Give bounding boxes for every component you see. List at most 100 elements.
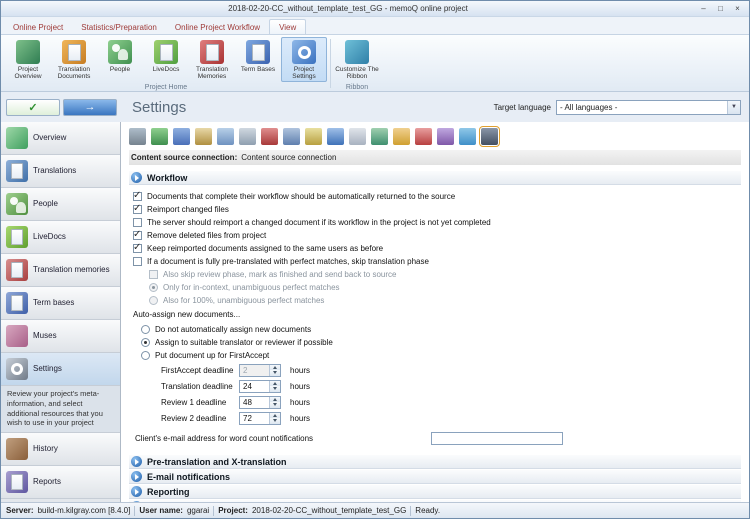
maximize-button[interactable]: □: [712, 3, 729, 15]
tab-statistics-preparation[interactable]: Statistics/Preparation: [72, 20, 166, 34]
spellcheck-icon[interactable]: [327, 128, 344, 145]
sidebar-item-history[interactable]: History: [1, 433, 120, 466]
translation-documents-button[interactable]: Translation Documents: [51, 37, 97, 82]
user-edit-icon[interactable]: [173, 128, 190, 145]
sidebar: Overview Translations People LiveDocs Tr…: [1, 122, 121, 502]
close-button[interactable]: ×: [729, 3, 746, 15]
ribbon-buttons: Customize The Ribbon: [332, 36, 382, 82]
people-status-icon[interactable]: [393, 128, 410, 145]
section-title: Reporting: [147, 487, 190, 497]
ribbon-group-separator: [330, 39, 331, 88]
radio-button[interactable]: [141, 351, 150, 360]
deadline-label: Review 2 deadline: [161, 414, 239, 423]
section-header-reporting[interactable]: Reporting: [129, 485, 741, 499]
review1-deadline-stepper[interactable]: 48: [239, 396, 281, 409]
status-lights-icon[interactable]: [415, 128, 432, 145]
translation-memories-button[interactable]: Translation Memories: [189, 37, 235, 82]
term-bases-button[interactable]: Term Bases: [235, 37, 281, 82]
sidebar-item-reports[interactable]: Reports: [1, 466, 120, 499]
checkbox[interactable]: [133, 205, 142, 214]
window-controls: – □ ×: [695, 3, 746, 15]
proceed-button[interactable]: →: [63, 99, 117, 116]
deadline-label: Review 1 deadline: [161, 398, 239, 407]
section-header-pre-translation[interactable]: Pre-translation and X-translation: [129, 455, 741, 469]
document-review-icon[interactable]: [239, 128, 256, 145]
radio-button[interactable]: [141, 338, 150, 347]
sidebar-item-term-bases[interactable]: Term bases: [1, 287, 120, 320]
tab-online-project[interactable]: Online Project: [4, 20, 72, 34]
tab-online-project-workflow[interactable]: Online Project Workflow: [166, 20, 269, 34]
target-language-select[interactable]: - All languages - ▼: [556, 100, 741, 115]
checkbox[interactable]: [149, 270, 158, 279]
ribbon-buttons: Project Overview Translation Documents P…: [3, 36, 329, 82]
translation-deadline-stepper[interactable]: 24: [239, 380, 281, 393]
sidebar-item-translation-memories[interactable]: Translation memories: [1, 254, 120, 287]
section-header-email-notifications[interactable]: E-mail notifications: [129, 470, 741, 484]
team-icon[interactable]: [151, 128, 168, 145]
sidebar-item-overview[interactable]: Overview: [1, 122, 120, 155]
minimize-button[interactable]: –: [695, 3, 712, 15]
title-bar[interactable]: 2018-02-20-CC_without_template_test_GG -…: [1, 1, 749, 17]
stepper-down-icon[interactable]: [270, 402, 280, 408]
checkbox[interactable]: [133, 192, 142, 201]
radio-button[interactable]: [149, 296, 158, 305]
sidebar-item-livedocs[interactable]: LiveDocs: [1, 221, 120, 254]
stepper-down-icon[interactable]: [270, 418, 280, 424]
sidebar-item-settings[interactable]: Settings: [1, 353, 120, 386]
ribbon-group-ribbon: Customize The Ribbon Ribbon: [332, 36, 382, 91]
ribbon-button-label: Project Settings: [282, 66, 326, 81]
people-button[interactable]: People: [97, 37, 143, 82]
filter-flag-icon[interactable]: [459, 128, 476, 145]
document-icon[interactable]: [349, 128, 366, 145]
numbers-icon[interactable]: [305, 128, 322, 145]
connection-chip-icon[interactable]: [481, 128, 498, 145]
document-edit-icon[interactable]: [217, 128, 234, 145]
sliders-icon[interactable]: [129, 128, 146, 145]
stepper-value: 24: [243, 382, 252, 391]
sidebar-item-muses[interactable]: Muses: [1, 320, 120, 353]
ribbon-button-label: Term Bases: [241, 66, 275, 73]
documents-icon[interactable]: [283, 128, 300, 145]
section-header-workflow[interactable]: Workflow: [129, 171, 741, 185]
tab-view[interactable]: View: [269, 19, 306, 34]
stepper-down-icon[interactable]: [270, 386, 280, 392]
statusbar-separator: [410, 506, 411, 516]
signature-icon[interactable]: [195, 128, 212, 145]
deadline-label: FirstAccept deadline: [161, 366, 239, 375]
dropdown-arrow-icon[interactable]: ▼: [727, 101, 740, 114]
firstaccept-deadline-stepper[interactable]: 2: [239, 364, 281, 377]
sidebar-item-label: People: [33, 200, 58, 209]
checkbox[interactable]: [133, 257, 142, 266]
checkbox[interactable]: [133, 218, 142, 227]
workflow-suboption-row: Also for 100%, unambiguous perfect match…: [149, 294, 741, 306]
checkbox-label: Also skip review phase, mark as finished…: [163, 270, 396, 279]
sidebar-item-people[interactable]: People: [1, 188, 120, 221]
sidebar-item-label: Reports: [33, 478, 61, 487]
project-overview-button[interactable]: Project Overview: [5, 37, 51, 82]
memoq-window: 2018-02-20-CC_without_template_test_GG -…: [0, 0, 750, 519]
review2-deadline-stepper[interactable]: 72: [239, 412, 281, 425]
web-icon[interactable]: [371, 128, 388, 145]
client-email-label: Client's e-mail address for word count n…: [135, 434, 313, 443]
ribbon-button-label: Translation Documents: [52, 66, 96, 81]
section-title: Pre-translation and X-translation: [147, 457, 287, 467]
stepper-down-icon[interactable]: [270, 370, 280, 376]
confirm-button[interactable]: ✓: [6, 99, 60, 116]
status-bar: Server: build-m.kilgray.com [8.4.0] User…: [1, 502, 749, 518]
checkbox[interactable]: [133, 231, 142, 240]
project-settings-button[interactable]: Project Settings: [281, 37, 327, 82]
checkbox[interactable]: [133, 244, 142, 253]
livedocs-button[interactable]: LiveDocs: [143, 37, 189, 82]
client-email-input[interactable]: [431, 432, 563, 445]
tm-settings-icon[interactable]: [261, 128, 278, 145]
checkbox-label: Keep reimported documents assigned to th…: [147, 244, 383, 253]
workflow-suboption-row: Only for in-context, unambiguous perfect…: [149, 281, 741, 293]
lqa-icon[interactable]: [437, 128, 454, 145]
sidebar-item-translations[interactable]: Translations: [1, 155, 120, 188]
radio-label: Only for in-context, unambiguous perfect…: [163, 283, 340, 292]
sidebar-item-label: Translations: [33, 167, 76, 176]
customize-ribbon-button[interactable]: Customize The Ribbon: [334, 37, 380, 82]
muses-icon: [6, 325, 28, 347]
radio-button[interactable]: [149, 283, 158, 292]
radio-button[interactable]: [141, 325, 150, 334]
